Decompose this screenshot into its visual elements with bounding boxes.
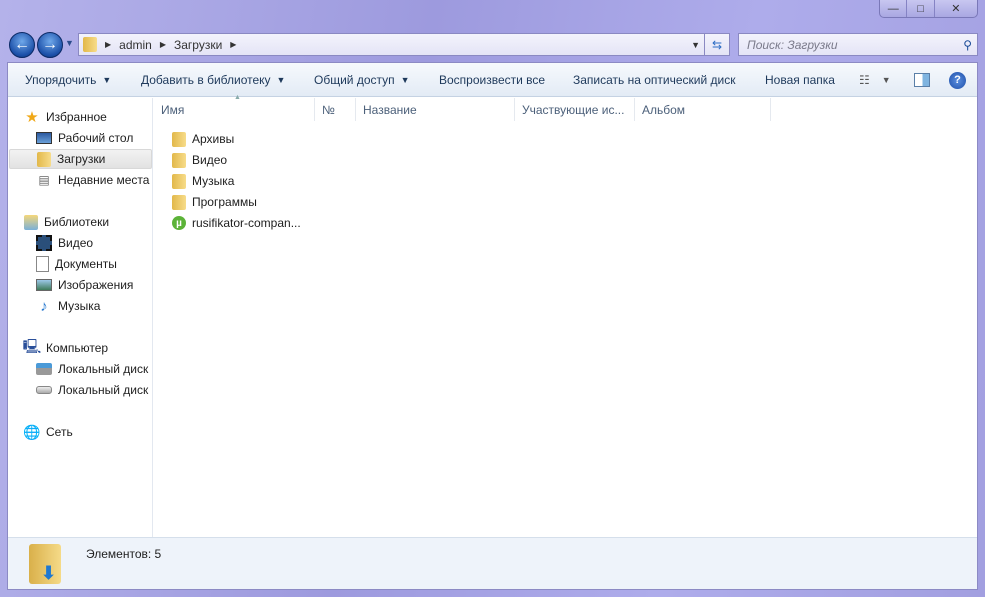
sidebar-item-desktop[interactable]: Рабочий стол bbox=[36, 128, 133, 148]
sidebar-item-pictures[interactable]: Изображения bbox=[36, 275, 133, 295]
explorer-content: Упорядочить ▼ Добавить в библиотеку ▼ Общи… bbox=[7, 62, 978, 590]
address-bar[interactable]: ▶ admin ▶ Загрузки ▶ ▼ bbox=[78, 33, 705, 56]
preview-pane-button[interactable] bbox=[914, 63, 930, 97]
sidebar-item-recent-places[interactable]: ▤ Недавние места bbox=[36, 170, 149, 190]
column-album[interactable]: Альбом bbox=[635, 98, 771, 121]
window-controls: — □ ✕ bbox=[879, 0, 978, 18]
video-icon bbox=[36, 235, 52, 251]
arrow-right-icon: → bbox=[42, 36, 58, 53]
sidebar-network[interactable]: 🌐 Сеть bbox=[23, 422, 72, 442]
folder-icon bbox=[172, 131, 186, 147]
folder-icon bbox=[172, 173, 186, 189]
view-list-icon: ☷ bbox=[859, 73, 870, 87]
breadcrumb-arrow-icon[interactable]: ▶ bbox=[160, 40, 166, 49]
navigation-pane: ★ Избранное Рабочий стол Загрузки ▤ Недавн… bbox=[8, 98, 153, 537]
help-button[interactable]: ? bbox=[949, 63, 966, 97]
item-count: Элементов: 5 bbox=[86, 547, 162, 561]
downloads-folder-icon bbox=[37, 151, 51, 167]
close-button[interactable]: ✕ bbox=[935, 0, 977, 17]
breadcrumb-arrow-icon[interactable]: ▶ bbox=[105, 40, 111, 49]
sidebar-item-video[interactable]: Видео bbox=[36, 233, 93, 253]
breadcrumb-admin[interactable]: admin bbox=[119, 38, 152, 52]
refresh-button[interactable]: ⇆ bbox=[705, 33, 730, 56]
desktop-icon bbox=[36, 132, 52, 144]
chevron-down-icon: ▼ bbox=[276, 75, 286, 85]
sidebar-item-local-disk-d[interactable]: Локальный диск bbox=[36, 380, 148, 400]
chevron-down-icon: ▼ bbox=[400, 75, 410, 85]
libraries-icon bbox=[24, 214, 38, 230]
sidebar-libraries[interactable]: Библиотеки bbox=[24, 212, 109, 232]
recent-places-icon: ▤ bbox=[38, 173, 50, 187]
computer-icon: 🖳 bbox=[22, 338, 42, 354]
file-item[interactable]: Архивы bbox=[172, 129, 234, 149]
folder-icon bbox=[172, 152, 186, 168]
play-all-button[interactable]: Воспроизвести все bbox=[439, 63, 545, 97]
pictures-icon bbox=[36, 279, 52, 291]
column-artists[interactable]: Участвующие ис... bbox=[515, 98, 635, 121]
refresh-icon: ⇆ bbox=[711, 37, 723, 52]
music-note-icon: ♪ bbox=[40, 297, 48, 315]
organize-button[interactable]: Упорядочить ▼ bbox=[25, 63, 111, 97]
column-number[interactable]: № bbox=[315, 98, 356, 121]
new-folder-button[interactable]: Новая папка bbox=[765, 63, 835, 97]
search-placeholder: Поиск: Загрузки bbox=[747, 37, 838, 52]
system-drive-icon bbox=[36, 363, 52, 375]
command-bar: Упорядочить ▼ Добавить в библиотеку ▼ Общи… bbox=[8, 63, 977, 97]
view-options-button[interactable]: ☷ ▼ bbox=[859, 63, 891, 97]
column-name[interactable]: Имя ▲ bbox=[154, 94, 315, 121]
sidebar-item-music[interactable]: ♪ Музыка bbox=[36, 296, 100, 316]
arrow-left-icon: ← bbox=[14, 36, 30, 53]
share-button[interactable]: Общий доступ ▼ bbox=[314, 63, 410, 97]
breadcrumb-downloads[interactable]: Загрузки bbox=[174, 38, 222, 52]
folder-icon bbox=[172, 194, 186, 210]
file-item[interactable]: Видео bbox=[172, 150, 227, 170]
maximize-button[interactable]: □ bbox=[907, 0, 935, 17]
recent-pages-dropdown[interactable]: ▼ bbox=[65, 38, 74, 48]
documents-icon bbox=[36, 256, 49, 272]
sidebar-favorites[interactable]: ★ Избранное bbox=[24, 107, 107, 127]
add-to-library-button[interactable]: Добавить в библиотеку ▼ bbox=[141, 63, 285, 97]
search-icon[interactable]: ⚲ bbox=[963, 38, 972, 52]
back-button[interactable]: ← bbox=[9, 32, 35, 58]
column-title[interactable]: Название bbox=[356, 98, 515, 121]
file-item[interactable]: Программы bbox=[172, 192, 257, 212]
column-headers: Имя ▲ № Название Участвующие ис... Альбом bbox=[154, 94, 977, 121]
sort-ascending-icon: ▲ bbox=[234, 94, 241, 101]
file-item[interactable]: Музыка bbox=[172, 171, 234, 191]
star-icon: ★ bbox=[25, 109, 39, 126]
downloads-folder-icon bbox=[83, 37, 97, 52]
help-icon: ? bbox=[949, 71, 966, 89]
minimize-button[interactable]: — bbox=[880, 0, 908, 17]
chevron-down-icon: ▼ bbox=[102, 75, 112, 85]
downloads-folder-large-icon: ⬇ bbox=[29, 544, 61, 584]
network-icon: 🌐 bbox=[23, 423, 41, 440]
chevron-down-icon: ▼ bbox=[881, 75, 891, 85]
search-input[interactable]: Поиск: Загрузки ⚲ bbox=[738, 33, 978, 56]
file-item[interactable]: µ rusifikator-compan... bbox=[172, 213, 301, 233]
burn-button[interactable]: Записать на оптический диск bbox=[573, 63, 736, 97]
drive-icon bbox=[36, 386, 52, 394]
address-dropdown-icon[interactable]: ▼ bbox=[691, 40, 700, 50]
sidebar-item-documents[interactable]: Документы bbox=[36, 254, 117, 274]
sidebar-item-downloads[interactable]: Загрузки bbox=[9, 149, 152, 169]
forward-button[interactable]: → bbox=[37, 32, 63, 58]
utorrent-icon: µ bbox=[172, 216, 186, 230]
details-pane: ⬇ Элементов: 5 bbox=[8, 537, 977, 589]
sidebar-computer[interactable]: 🖳 Компьютер bbox=[22, 338, 108, 358]
breadcrumb-arrow-icon[interactable]: ▶ bbox=[230, 40, 236, 49]
preview-pane-icon bbox=[914, 73, 930, 87]
sidebar-item-local-disk-c[interactable]: Локальный диск bbox=[36, 359, 148, 379]
